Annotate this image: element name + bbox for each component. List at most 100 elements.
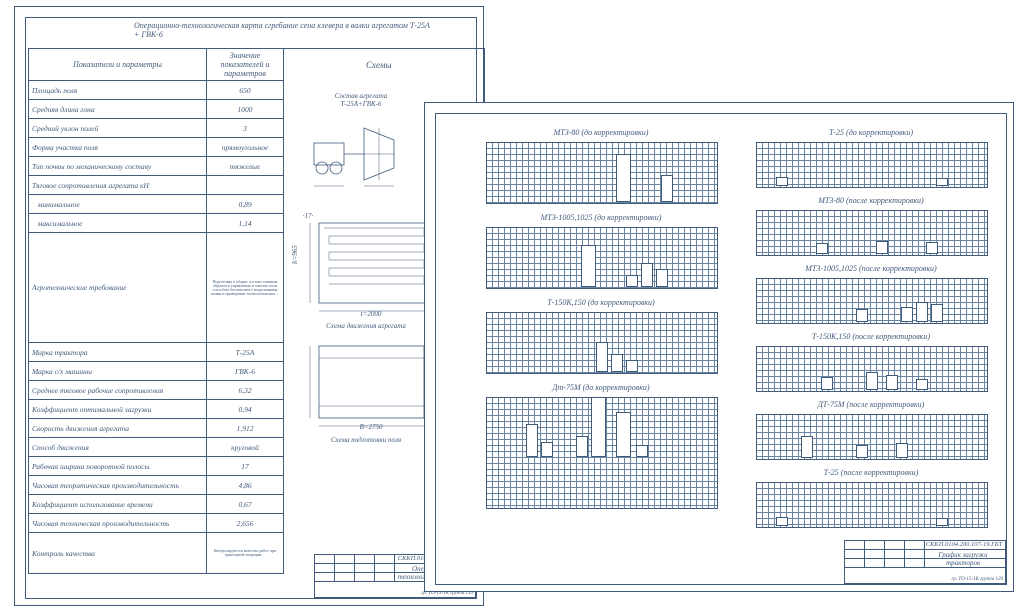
chart-label: МТЗ-1005,1025 (до корректировки) bbox=[486, 213, 716, 222]
chart-bar bbox=[641, 263, 653, 287]
param-value: 1,912 bbox=[207, 419, 284, 438]
scheme2-svg bbox=[294, 213, 444, 323]
param-value: круговой bbox=[207, 438, 284, 457]
tb2-name: График загрузки тракторов bbox=[923, 551, 1003, 567]
tb2-code: СККП.0104.200.107-19.ГБТ bbox=[925, 541, 1003, 548]
param-value: 650 bbox=[207, 81, 284, 100]
chart-label: Дт-75М (до корректировки) bbox=[486, 383, 716, 392]
chart-bar bbox=[591, 397, 606, 457]
chart-bar bbox=[816, 243, 828, 254]
param-label: Часовая техническая производительность bbox=[29, 514, 207, 533]
chart-label: Т-25 (после корректировки) bbox=[756, 468, 986, 477]
s2-dim-t1: ·17· bbox=[301, 212, 315, 220]
s2-dim-l: t=2000 bbox=[346, 310, 396, 318]
chart-bar bbox=[926, 242, 938, 254]
chart-bar bbox=[866, 372, 878, 390]
chart-bar bbox=[821, 377, 833, 390]
param-label: Тяговое сопротивления агрегата кН bbox=[29, 176, 207, 195]
scheme2-label: Схема движения агрегата bbox=[311, 322, 421, 330]
param-label: Средний уклон полей bbox=[29, 119, 207, 138]
chart-bar bbox=[776, 177, 788, 186]
param-label: Часовая теоритическая производительность bbox=[29, 476, 207, 495]
chart-bar bbox=[916, 379, 928, 390]
chart-label: ДТ-75М (после корректировки) bbox=[756, 400, 986, 409]
chart-grid bbox=[756, 278, 988, 324]
scheme3-label: Схема подготовки поля bbox=[311, 436, 421, 444]
param-value: Т-25А bbox=[207, 343, 284, 362]
param-value: 6,32 bbox=[207, 381, 284, 400]
param-label: Рабочая ширина поворотной полосы bbox=[29, 457, 207, 476]
param-value: 0,67 bbox=[207, 495, 284, 514]
param-label: Площадь поля bbox=[29, 81, 207, 100]
param-label: Среднее тяговое рабочие сопротивления bbox=[29, 381, 207, 400]
param-value bbox=[207, 176, 284, 195]
sheet-2: СККП.0104.200.107-19.ГБТ График загрузки… bbox=[424, 102, 1014, 592]
th-1: Показатели и параметры bbox=[29, 49, 207, 81]
chart-label: МТЗ-80 (до корректировки) bbox=[486, 128, 716, 137]
param-value: 4,86 bbox=[207, 476, 284, 495]
param-value: тяжелые bbox=[207, 157, 284, 176]
chart-bar bbox=[901, 307, 913, 322]
chart-bar bbox=[876, 241, 888, 254]
chart-bar bbox=[596, 342, 608, 372]
param-value: прямоугольное bbox=[207, 138, 284, 157]
param-value: 3 bbox=[207, 119, 284, 138]
param-label: Контроль качества bbox=[29, 533, 207, 574]
chart-bar bbox=[636, 445, 648, 457]
tb2-stud: гр. ТО-15-1К группа 120 bbox=[951, 577, 1003, 582]
param-label: Форма участка поля bbox=[29, 138, 207, 157]
chart-bar bbox=[616, 154, 631, 202]
chart-bar bbox=[626, 275, 638, 287]
chart-label: МТЗ-1005,1025 (после корректировки) bbox=[756, 264, 986, 273]
chart-bar bbox=[916, 302, 928, 322]
param-value: 17 bbox=[207, 457, 284, 476]
chart-bar bbox=[801, 436, 813, 458]
param-label: максимальное bbox=[29, 214, 207, 233]
chart-bar bbox=[541, 442, 553, 457]
param-label: Средняя длина гона bbox=[29, 100, 207, 119]
frame-2: СККП.0104.200.107-19.ГБТ График загрузки… bbox=[435, 113, 1007, 585]
chart-bar bbox=[526, 424, 538, 457]
param-value: Контролируются качество работ при тракто… bbox=[207, 533, 284, 574]
chart-bar bbox=[936, 178, 948, 186]
chart-grid bbox=[756, 414, 988, 460]
chart-bar bbox=[611, 354, 623, 372]
param-label: Коэффициент оптимальной загрузки bbox=[29, 400, 207, 419]
th-2: Значение показателей и параметров bbox=[207, 49, 284, 81]
scheme1-svg bbox=[294, 118, 424, 198]
param-label: Агротехнические требование bbox=[29, 233, 207, 343]
param-value: ГВК-6 bbox=[207, 362, 284, 381]
chart-bar bbox=[581, 245, 596, 287]
param-label: минимальное bbox=[29, 195, 207, 214]
scheme1-label: Состав агрегата Т-25А+ГВК-6 bbox=[316, 92, 406, 108]
chart-grid bbox=[756, 482, 988, 528]
chart-bar bbox=[576, 436, 588, 457]
chart-bar bbox=[661, 175, 673, 202]
param-label: Способ движения bbox=[29, 438, 207, 457]
param-value: 0,94 bbox=[207, 400, 284, 419]
chart-bar bbox=[776, 517, 788, 526]
chart-bar bbox=[896, 443, 908, 458]
chart-label: Т-150К,150 (после корректировки) bbox=[756, 332, 986, 341]
param-label: Тип почвы по механическому составу bbox=[29, 157, 207, 176]
chart-bar bbox=[616, 412, 631, 457]
param-label: Марка с/х машины bbox=[29, 362, 207, 381]
chart-bar bbox=[626, 360, 638, 372]
param-value: 0,89 bbox=[207, 195, 284, 214]
chart-grid bbox=[756, 210, 988, 256]
param-label: Марка трактора bbox=[29, 343, 207, 362]
chart-label: Т-150К,150 (до корректировки) bbox=[486, 298, 716, 307]
s3-dim-w: В=2750 bbox=[346, 423, 396, 431]
chart-grid bbox=[486, 227, 718, 289]
title-block-2: СККП.0104.200.107-19.ГБТ График загрузки… bbox=[844, 540, 1006, 584]
chart-label: Т-25 (до корректировки) bbox=[756, 128, 986, 137]
param-value: 1000 bbox=[207, 100, 284, 119]
param-label: Скорость движения агрегата bbox=[29, 419, 207, 438]
chart-bar bbox=[886, 375, 898, 390]
chart-bar bbox=[931, 304, 943, 322]
s2-dim-h: h=965 bbox=[291, 250, 299, 264]
chart-bar bbox=[656, 269, 668, 287]
schemes-header: Схемы bbox=[366, 60, 392, 70]
params-table: Показатели и параметрыЗначение показател… bbox=[28, 48, 284, 574]
chart-label: МТЗ-80 (после корректировки) bbox=[756, 196, 986, 205]
